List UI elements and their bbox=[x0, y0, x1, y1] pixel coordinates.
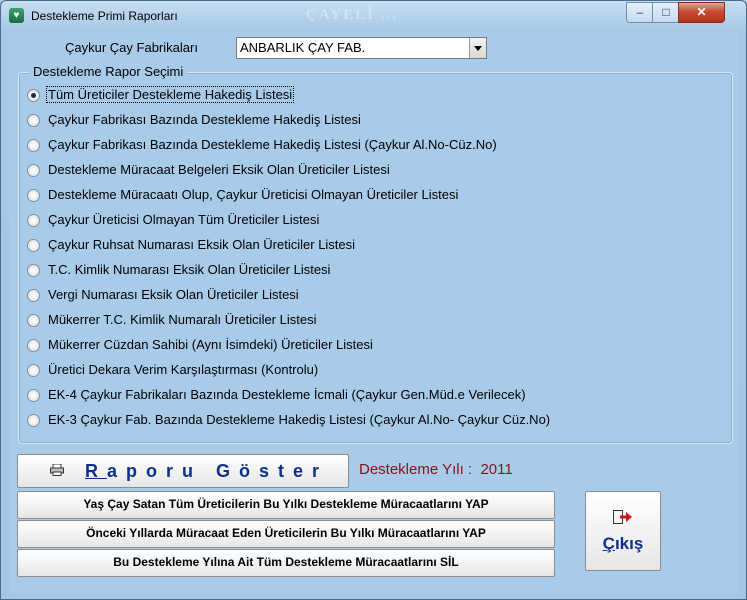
report-option-label: Mükerrer Cüzdan Sahibi (Aynı İsimdeki) Ü… bbox=[48, 337, 373, 352]
report-option-label: Destekleme Müracaatı Olup, Çaykur Üretic… bbox=[48, 187, 459, 202]
radio-button[interactable] bbox=[27, 164, 40, 177]
report-option-label: EK-4 Çaykur Fabrikaları Bazında Destekle… bbox=[48, 387, 526, 402]
minimize-button[interactable]: – bbox=[626, 2, 654, 23]
radio-button[interactable] bbox=[27, 264, 40, 277]
radio-button[interactable] bbox=[27, 364, 40, 377]
show-report-hotkey: R bbox=[85, 461, 107, 481]
report-option-label: EK-3 Çaykur Fab. Bazında Destekleme Hake… bbox=[48, 412, 551, 427]
title-bar[interactable]: ♥ Destekleme Primi Raporları ÇAYELİ ... … bbox=[1, 1, 746, 31]
radio-button[interactable] bbox=[27, 389, 40, 402]
report-option-label: Çaykur Fabrikası Bazında Destekleme Hake… bbox=[48, 112, 361, 127]
report-option-label: Çaykur Ruhsat Numarası Eksik Olan Üretic… bbox=[48, 237, 356, 252]
report-option-label: Çaykur Fabrikası Bazında Destekleme Hake… bbox=[48, 137, 497, 152]
chevron-down-icon[interactable] bbox=[469, 38, 486, 58]
report-option-label: Destekleme Müracaat Belgeleri Eksik Olan… bbox=[48, 162, 390, 177]
exit-label: Çıkış bbox=[586, 534, 660, 554]
support-year-value: 2011 bbox=[480, 461, 513, 478]
show-report-label: Raporu Göster bbox=[85, 461, 328, 482]
title-watermark: ÇAYELİ ... bbox=[306, 7, 398, 23]
support-year-label: Destekleme Yılı : bbox=[359, 461, 473, 478]
radio-button[interactable] bbox=[27, 239, 40, 252]
factory-label: Çaykur Çay Fabrikaları bbox=[65, 40, 198, 55]
create-applications-button[interactable]: Yaş Çay Satan Tüm Üreticilerin Bu Yılkı … bbox=[17, 491, 555, 519]
radio-button[interactable] bbox=[27, 314, 40, 327]
report-option-label: Mükerrer T.C. Kimlik Numaralı Üreticiler… bbox=[48, 312, 317, 327]
radio-button[interactable] bbox=[27, 414, 40, 427]
report-window: ♥ Destekleme Primi Raporları ÇAYELİ ... … bbox=[0, 0, 747, 600]
report-group-title: Destekleme Rapor Seçimi bbox=[29, 64, 188, 79]
radio-button[interactable] bbox=[27, 214, 40, 227]
exit-hotkey: Ç bbox=[602, 534, 615, 553]
printer-icon bbox=[50, 464, 64, 476]
maximize-button[interactable]: □ bbox=[652, 2, 680, 23]
report-option-label: Tüm Üreticiler Destekleme Hakediş Listes… bbox=[45, 86, 295, 103]
client-area: Çaykur Çay Fabrikaları ANBARLIK ÇAY FAB.… bbox=[9, 31, 738, 594]
report-option-label: T.C. Kimlik Numarası Eksik Olan Üreticil… bbox=[48, 262, 331, 277]
factory-selected-value: ANBARLIK ÇAY FAB. bbox=[240, 40, 366, 55]
radio-button[interactable] bbox=[27, 189, 40, 202]
delete-applications-button[interactable]: Bu Destekleme Yılına Ait Tüm Destekleme … bbox=[17, 549, 555, 577]
create-previous-applications-button[interactable]: Önceki Yıllarda Müracaat Eden Üreticiler… bbox=[17, 520, 555, 548]
radio-button[interactable] bbox=[27, 339, 40, 352]
report-option-label: Çaykur Üreticisi Olmayan Tüm Üreticiler … bbox=[48, 212, 320, 227]
tea-leaf-icon: ♥ bbox=[9, 8, 24, 23]
exit-arrow-icon bbox=[613, 510, 632, 524]
report-option-label: Vergi Numarası Eksik Olan Üreticiler Lis… bbox=[48, 287, 299, 302]
radio-button[interactable] bbox=[27, 289, 40, 302]
factory-select[interactable]: ANBARLIK ÇAY FAB. bbox=[236, 37, 487, 59]
show-report-button[interactable]: Raporu Göster bbox=[17, 454, 349, 488]
report-option-label: Üretici Dekara Verim Karşılaştırması (Ko… bbox=[48, 362, 319, 377]
radio-button-checked[interactable] bbox=[27, 89, 40, 102]
exit-button[interactable]: Çıkış bbox=[585, 491, 661, 571]
radio-button[interactable] bbox=[27, 139, 40, 152]
support-year: Destekleme Yılı : 2011 bbox=[359, 461, 513, 478]
radio-button[interactable] bbox=[27, 114, 40, 127]
close-button[interactable]: ✕ bbox=[678, 2, 725, 23]
show-report-text: aporu Göster bbox=[107, 461, 329, 481]
exit-text: ıkış bbox=[614, 534, 644, 553]
window-title: Destekleme Primi Raporları bbox=[31, 9, 178, 23]
